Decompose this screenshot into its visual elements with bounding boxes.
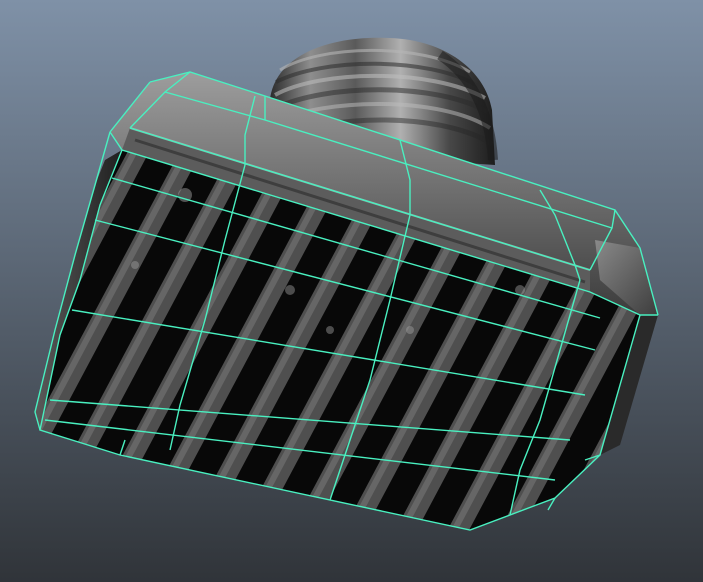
scene-svg	[0, 0, 703, 582]
3d-viewport[interactable]	[0, 0, 703, 582]
